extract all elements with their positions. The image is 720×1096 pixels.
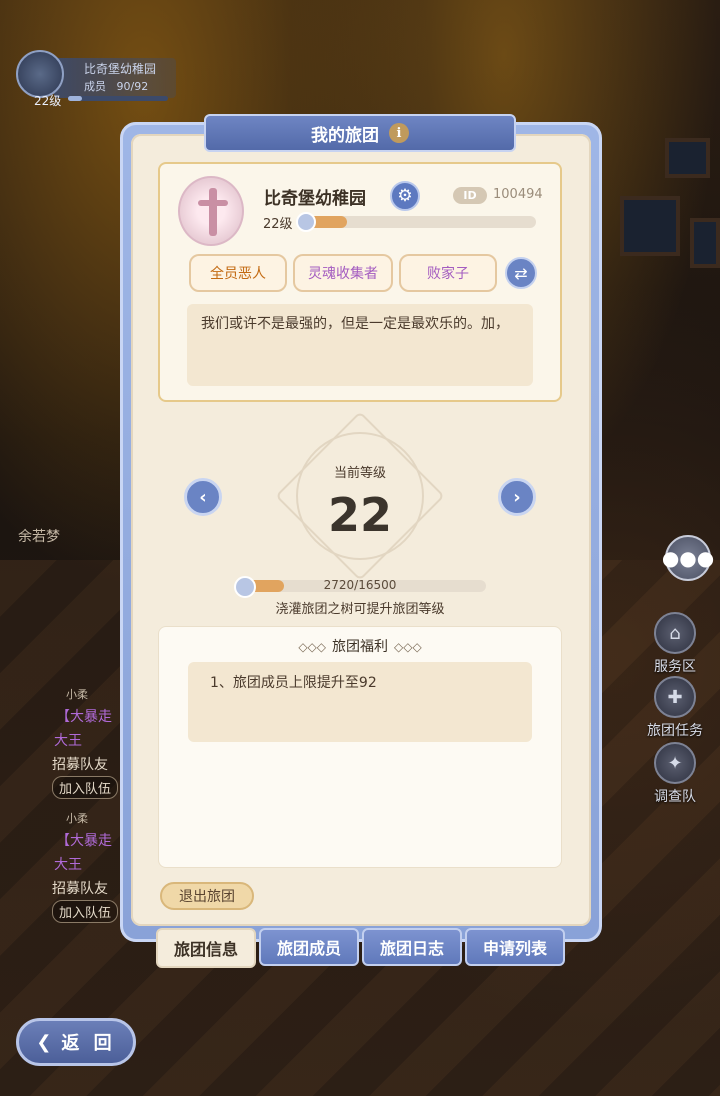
shop-icon: ⌂ <box>654 612 696 654</box>
leave-guild-button[interactable]: 退出旅团 <box>160 882 254 910</box>
hud-guild-name: 比奇堡幼稚园 <box>84 62 157 76</box>
guild-level-progress <box>300 216 536 228</box>
back-button[interactable]: ❮ 返 回 <box>16 1018 136 1066</box>
side-menu-guild-quest[interactable]: ✚ 旅团任务 <box>640 676 710 740</box>
side-menu-investigation[interactable]: ✦ 调查队 <box>640 742 710 806</box>
ornament-icon: ◇◇◇ <box>394 640 422 654</box>
side-menu-service[interactable]: ⌂ 服务区 <box>640 612 710 676</box>
chat-text: 招募队友 <box>52 881 108 897</box>
wall-picture <box>620 196 680 256</box>
swap-tags-button[interactable]: ⇄ <box>505 257 537 289</box>
benefit-list: 1、旅团成员上限提升至92 <box>188 662 532 742</box>
panel-title: 我的旅团 <box>311 125 379 146</box>
wall-picture <box>665 138 710 178</box>
tab-applications[interactable]: 申请列表 <box>465 928 565 966</box>
level-up-hint: 浇灌旅团之树可提升旅团等级 <box>275 602 445 617</box>
hud-guild-level: 22级 <box>34 94 62 108</box>
join-team-button[interactable]: 加入队伍 <box>52 900 119 923</box>
crystal-icon <box>296 212 316 232</box>
guild-id: 100494 <box>493 187 543 202</box>
guild-motto: 我们或许不是最强的，但是一定是最欢乐的。加， <box>187 304 533 386</box>
side-menu-label: 服务区 <box>654 659 696 675</box>
side-menu-label: 旅团任务 <box>647 723 703 739</box>
panel-title-bar: 我的旅团 i <box>204 114 516 152</box>
crystal-icon <box>234 576 256 598</box>
chat-sender: 小柔 <box>66 812 88 825</box>
join-team-button[interactable]: 加入队伍 <box>52 776 119 799</box>
hud-guild-progress <box>68 96 168 101</box>
guild-crest-icon <box>178 176 244 246</box>
chevron-left-icon: ‹ <box>199 486 207 508</box>
current-level-label: 当前等级 <box>333 466 386 481</box>
id-label: ID <box>453 187 487 204</box>
back-button-label: 返 回 <box>61 1033 116 1054</box>
tab-guild-info[interactable]: 旅团信息 <box>156 928 256 968</box>
side-menu-label: 调查队 <box>654 789 696 805</box>
guild-settings-button[interactable]: ⚙ <box>390 181 420 211</box>
hud-guild-members: 成员 90/92 <box>84 80 149 93</box>
current-level-value: 22 <box>327 488 392 542</box>
chat-text: 招募队友 <box>52 757 108 773</box>
swap-icon: ⇄ <box>514 263 528 283</box>
wing-badge-icon: ✦ <box>654 742 696 784</box>
chat-title: 大王 <box>54 733 82 749</box>
guild-name: 比奇堡幼稚园 <box>264 189 366 209</box>
back-arrow-icon: ❮ <box>36 1031 56 1053</box>
chat-bubble-icon[interactable]: ●●● <box>662 535 714 581</box>
guild-tag[interactable]: 灵魂收集者 <box>293 254 393 292</box>
guild-tag[interactable]: 全员恶人 <box>189 254 287 292</box>
info-icon[interactable]: i <box>389 123 409 143</box>
chat-title: 大王 <box>54 857 82 873</box>
guild-tag[interactable]: 败家子 <box>399 254 497 292</box>
hud-guild-badge[interactable]: 比奇堡幼稚园 成员 90/92 22级 <box>8 50 178 108</box>
prev-level-button[interactable]: ‹ <box>184 478 222 516</box>
ornament-icon: ◇◇◇ <box>298 640 326 654</box>
benefits-title: ◇◇◇ 旅团福利 ◇◇◇ <box>298 639 422 655</box>
guild-level-label: 22级 <box>263 217 293 232</box>
npc-name: 余若梦 <box>18 529 60 545</box>
chat-sender: 小柔 <box>66 688 88 701</box>
quest-icon: ✚ <box>654 676 696 718</box>
chat-tag: 【大暴走 <box>56 833 112 849</box>
chat-tag: 【大暴走 <box>56 709 112 725</box>
chevron-right-icon: › <box>513 486 521 508</box>
hud-guild-emblem-icon <box>16 50 64 98</box>
benefit-item: 1、旅团成员上限提升至92 <box>210 675 377 691</box>
wall-picture <box>690 218 720 268</box>
next-level-button[interactable]: › <box>498 478 536 516</box>
tab-guild-members[interactable]: 旅团成员 <box>259 928 359 966</box>
guild-exp-text: 2720/16500 <box>323 578 397 592</box>
tab-guild-log[interactable]: 旅团日志 <box>362 928 462 966</box>
gear-icon: ⚙ <box>397 186 413 206</box>
